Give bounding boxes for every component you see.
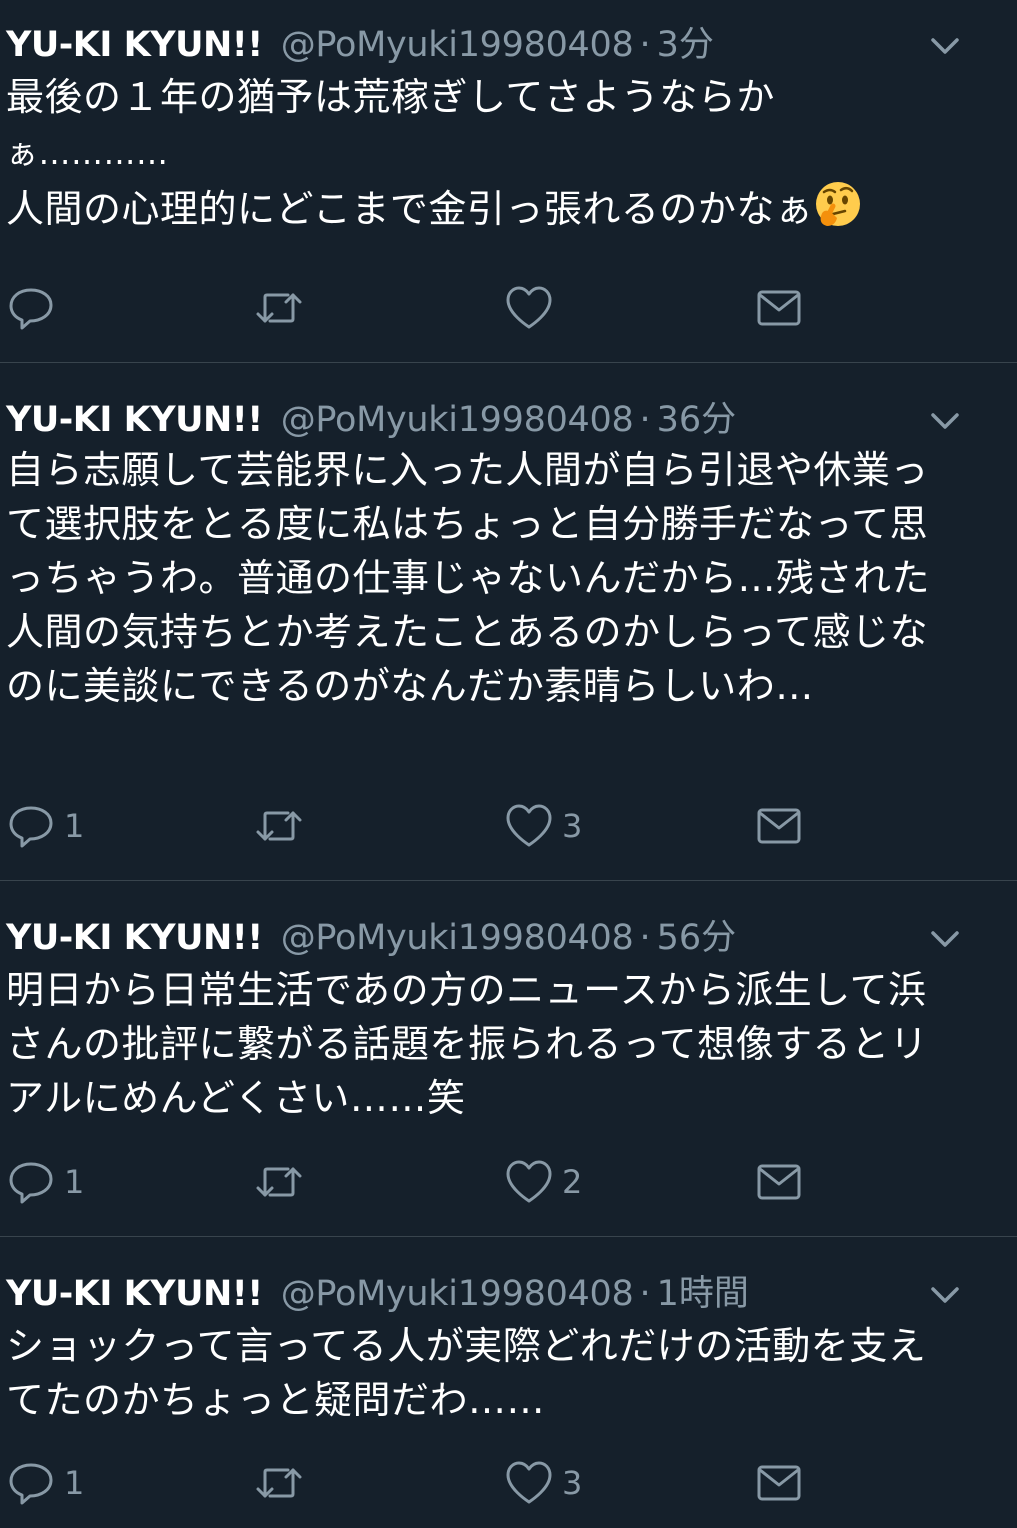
chevron-down-icon[interactable] [923,917,967,961]
like-icon [506,1160,552,1203]
reply-icon [9,1162,53,1204]
display-name[interactable]: YU-KI KYUN!! [6,918,263,958]
tweet-text: 明日から日常生活であの方のニュースから派生して浜さんの批評に繋がる話題を振られる… [6,968,929,1120]
reply-icon [9,1463,53,1505]
direct-message-button[interactable] [754,1152,804,1212]
reply-icon [9,806,53,848]
separator-dot: · [639,25,651,65]
separator-dot: · [639,400,651,440]
direct-message-icon [757,1465,801,1501]
retweet-button[interactable] [254,1152,312,1212]
timestamp[interactable]: 3分 [657,16,714,67]
timestamp[interactable]: 1時間 [657,1265,749,1316]
tweet-text-line: ぁ………… [6,134,169,172]
tweet-header: YU-KI KYUN!! @PoMyuki19980408 · 56分 [6,909,736,959]
reply-icon [9,288,53,330]
direct-message-icon [757,808,801,844]
tweet-header: YU-KI KYUN!! @PoMyuki19980408 · 36分 [6,391,736,441]
user-handle[interactable]: @PoMyuki19980408 [281,400,634,440]
like-button[interactable]: 3 [504,796,582,856]
direct-message-icon [757,1164,801,1200]
like-count: 3 [562,1464,583,1502]
reply-button[interactable] [6,278,64,338]
like-count: 3 [562,807,583,845]
timestamp[interactable]: 36分 [657,391,737,442]
tweet-actions: 1 3 [0,1453,1017,1513]
timestamp[interactable]: 56分 [657,909,737,960]
retweet-icon [256,293,302,323]
reply-button[interactable]: 1 [6,1453,84,1513]
tweet-actions [0,278,1017,338]
separator-dot: · [639,1274,651,1314]
retweet-icon [256,1167,302,1197]
reply-button[interactable]: 1 [6,1152,84,1212]
retweet-icon [256,811,302,841]
like-button[interactable] [504,278,562,338]
reply-count: 1 [64,1464,85,1502]
separator-dot: · [639,918,651,958]
thinking-face-emoji [813,180,863,230]
tweet[interactable]: YU-KI KYUN!! @PoMyuki19980408 · 1時間 ショック… [0,1237,1017,1528]
direct-message-button[interactable] [754,278,804,338]
user-handle[interactable]: @PoMyuki19980408 [281,25,634,65]
retweet-button[interactable] [254,278,312,338]
retweet-icon [256,1468,302,1498]
reply-button[interactable]: 1 [6,796,84,856]
like-icon [506,804,552,847]
like-count: 2 [562,1163,583,1201]
tweet-actions: 1 2 [0,1152,1017,1212]
tweet-text: 自ら志願して芸能界に入った人間が自ら引退や休業って選択肢をとる度に私はちょっと自… [6,448,931,708]
like-icon [506,286,552,329]
tweet-actions: 1 3 [0,796,1017,856]
direct-message-button[interactable] [754,796,804,856]
display-name[interactable]: YU-KI KYUN!! [6,25,263,65]
retweet-button[interactable] [254,1453,312,1513]
chevron-down-icon[interactable] [923,1273,967,1317]
tweet[interactable]: YU-KI KYUN!! @PoMyuki19980408 · 36分 自ら志願… [0,363,1017,880]
chevron-down-icon[interactable] [923,24,967,68]
tweet-text: 最後の１年の猶予は荒稼ぎしてさようならか ぁ………… 人間の心理的にどこまで金引… [6,70,966,236]
tweet-header: YU-KI KYUN!! @PoMyuki19980408 · 3分 [6,16,714,66]
user-handle[interactable]: @PoMyuki19980408 [281,918,634,958]
tweet-header: YU-KI KYUN!! @PoMyuki19980408 · 1時間 [6,1265,749,1315]
like-button[interactable]: 2 [504,1152,582,1212]
retweet-button[interactable] [254,796,312,856]
chevron-down-icon[interactable] [923,399,967,443]
tweet-text: ショックって言ってる人が実際どれだけの活動を支えてたのかちょっと疑問だわ…… [6,1324,927,1422]
reply-count: 1 [64,1163,85,1201]
tweet[interactable]: YU-KI KYUN!! @PoMyuki19980408 · 3分 最後の１年… [0,0,1017,362]
like-button[interactable]: 3 [504,1453,582,1513]
direct-message-button[interactable] [754,1453,804,1513]
display-name[interactable]: YU-KI KYUN!! [6,1274,263,1314]
tweet-text-line: 最後の１年の猶予は荒稼ぎしてさようならか [6,75,775,119]
tweet-text-line: 人間の心理的にどこまで金引っ張れるのかなぁ [6,187,814,231]
reply-count: 1 [64,807,85,845]
timeline: YU-KI KYUN!! @PoMyuki19980408 · 3分 最後の１年… [0,0,1017,1528]
direct-message-icon [757,290,801,326]
tweet[interactable]: YU-KI KYUN!! @PoMyuki19980408 · 56分 明日から… [0,881,1017,1236]
display-name[interactable]: YU-KI KYUN!! [6,400,263,440]
like-icon [506,1461,552,1504]
user-handle[interactable]: @PoMyuki19980408 [281,1274,634,1314]
